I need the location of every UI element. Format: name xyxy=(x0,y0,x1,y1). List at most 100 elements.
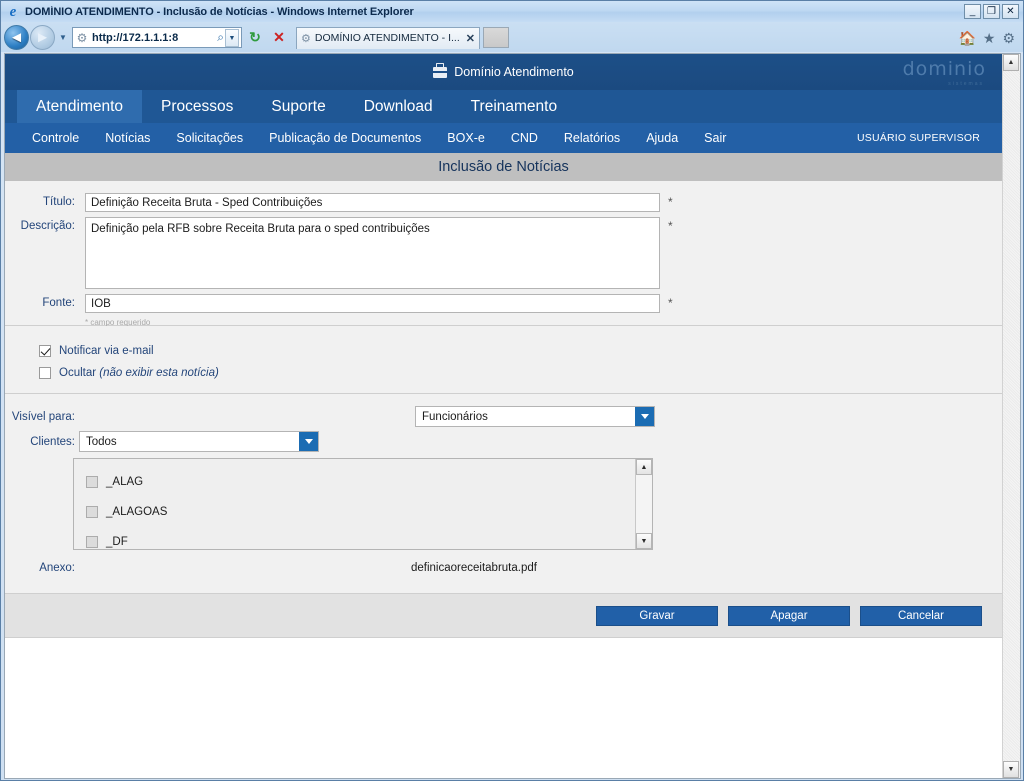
titulo-label: Título: xyxy=(43,196,75,208)
checkbox-row-notificar[interactable]: Notificar via e-mail xyxy=(39,340,1002,362)
list-item[interactable]: _ALAG xyxy=(86,467,635,497)
nav-item-download[interactable]: Download xyxy=(345,90,452,123)
clientes-value: Todos xyxy=(86,435,117,448)
ocultar-checkbox[interactable] xyxy=(39,367,51,379)
descricao-textarea[interactable]: Definição pela RFB sobre Receita Bruta p… xyxy=(85,217,660,289)
tab-close-icon[interactable]: ✕ xyxy=(466,32,475,45)
notificar-label: Notificar via e-mail xyxy=(59,345,154,357)
chevron-down-icon[interactable] xyxy=(299,432,318,451)
visivel-para-label: Visível para: xyxy=(11,410,75,423)
subnav-item-sair[interactable]: Sair xyxy=(691,131,739,145)
minimize-button[interactable]: _ xyxy=(964,4,981,19)
subnav-item-ajuda[interactable]: Ajuda xyxy=(633,131,691,145)
visivel-para-select[interactable]: Funcionários xyxy=(415,406,655,427)
app-header: Domínio Atendimento dominio sistemas xyxy=(5,54,1002,90)
ocultar-label-text: Ocultar xyxy=(59,367,100,379)
tab-label: DOMÍNIO ATENDIMENTO - I... xyxy=(314,32,460,44)
client-label: _ALAG xyxy=(106,476,144,488)
subnav-item-solicitacoes[interactable]: Solicitações xyxy=(163,131,256,145)
titulo-input[interactable] xyxy=(85,193,660,212)
descricao-required-marker: * xyxy=(668,219,673,233)
new-tab-button[interactable] xyxy=(482,27,509,48)
browser-command-icons: 🏠 ★ ⚙ xyxy=(958,31,1019,45)
browser-toolbar: ◄ ► ▼ ⚙ http://172.1.1.1:8 ⌕ ▼ ↻ ✕ ⚙ DOM… xyxy=(1,22,1023,52)
page-viewport: Domínio Atendimento dominio sistemas Ate… xyxy=(4,53,1021,779)
browser-tab[interactable]: ⚙ DOMÍNIO ATENDIMENTO - I... ✕ xyxy=(296,26,480,49)
page-gear-icon: ⚙ xyxy=(76,30,88,45)
clientes-select[interactable]: Todos xyxy=(79,431,319,452)
stop-icon[interactable]: ✕ xyxy=(268,27,290,49)
list-item[interactable]: _ALAGOAS xyxy=(86,497,635,527)
page-scroll-down-button[interactable]: ▼ xyxy=(1003,761,1019,778)
fonte-label: Fonte: xyxy=(42,297,75,309)
page-scrollbar[interactable]: ▲ ▼ xyxy=(1002,54,1020,778)
client-checkbox[interactable] xyxy=(86,476,98,488)
page-title: Inclusão de Notícias xyxy=(438,159,569,175)
field-row-visivel-para: Visível para: Funcionários xyxy=(5,406,1002,427)
refresh-icon[interactable]: ↻ xyxy=(244,27,266,49)
client-label: _DF xyxy=(106,536,128,548)
anexo-file-link[interactable]: definicaoreceitabruta.pdf xyxy=(411,562,537,574)
form-section-details: Título: * Descrição: Definição pela RFB … xyxy=(5,181,1002,327)
gravar-button[interactable]: Gravar xyxy=(596,605,718,626)
search-icon[interactable]: ⌕ xyxy=(217,30,224,45)
address-dropdown-icon[interactable]: ▼ xyxy=(225,28,239,47)
favorites-icon[interactable]: ★ xyxy=(983,31,996,45)
clientes-list-scrollbar[interactable]: ▲ ▼ xyxy=(635,459,652,549)
nav-item-suporte[interactable]: Suporte xyxy=(252,90,344,123)
client-checkbox[interactable] xyxy=(86,506,98,518)
page-scroll-up-button[interactable]: ▲ xyxy=(1003,54,1019,71)
form-action-bar: Gravar Apagar Cancelar xyxy=(5,594,1002,638)
field-row-fonte: Fonte: * xyxy=(5,294,1002,313)
anexo-label: Anexo: xyxy=(39,562,75,574)
fonte-input[interactable] xyxy=(85,294,660,313)
form-section-visibility: Visível para: Funcionários Clientes: Tod… xyxy=(5,394,1002,594)
page-blank-area xyxy=(5,638,1002,698)
fonte-required-marker: * xyxy=(668,296,673,310)
nav-item-atendimento[interactable]: Atendimento xyxy=(17,90,143,123)
notificar-checkbox[interactable] xyxy=(39,345,51,357)
scroll-down-button[interactable]: ▼ xyxy=(636,533,652,549)
client-checkbox[interactable] xyxy=(86,536,98,548)
ocultar-label: Ocultar (não exibir esta notícia) xyxy=(59,367,219,379)
nav-item-processos[interactable]: Processos xyxy=(142,90,252,123)
subnav-item-publicacao-de-documentos[interactable]: Publicação de Documentos xyxy=(256,131,434,145)
close-button[interactable]: ✕ xyxy=(1002,4,1019,19)
subnav-item-controle[interactable]: Controle xyxy=(19,131,92,145)
subnav-item-cnd[interactable]: CND xyxy=(498,131,551,145)
descricao-label: Descrição: xyxy=(20,220,75,232)
field-row-descricao: Descrição: Definição pela RFB sobre Rece… xyxy=(5,217,1002,289)
window-controls: _ ❐ ✕ xyxy=(964,4,1019,19)
scroll-up-button[interactable]: ▲ xyxy=(636,459,652,475)
primary-navigation: Atendimento Processos Suporte Download T… xyxy=(5,90,1002,123)
cancelar-button[interactable]: Cancelar xyxy=(860,605,982,626)
checkbox-row-ocultar[interactable]: Ocultar (não exibir esta notícia) xyxy=(39,362,1002,384)
scroll-track[interactable] xyxy=(636,475,652,533)
recent-pages-dropdown-icon[interactable]: ▼ xyxy=(56,33,70,42)
chevron-down-icon[interactable] xyxy=(635,407,654,426)
browser-window: e DOMÍNIO ATENDIMENTO - Inclusão de Notí… xyxy=(0,0,1024,781)
page-title-band: Inclusão de Notícias xyxy=(5,153,1002,181)
field-row-titulo: Título: * xyxy=(5,193,1002,212)
secondary-navigation: Controle Notícias Solicitações Publicaçã… xyxy=(5,123,1002,153)
list-item[interactable]: _DF xyxy=(86,527,635,557)
clientes-listbox[interactable]: _ALAG _ALAGOAS _DF ▲ ▼ xyxy=(73,458,653,550)
brand-logo: dominio sistemas xyxy=(903,60,986,88)
back-button[interactable]: ◄ xyxy=(4,25,29,50)
subnav-item-relatorios[interactable]: Relatórios xyxy=(551,131,633,145)
subnav-item-noticias[interactable]: Notícias xyxy=(92,131,163,145)
page-scroll-track[interactable] xyxy=(1003,71,1020,761)
subnav-item-box-e[interactable]: BOX-e xyxy=(434,131,498,145)
ocultar-hint-text: (não exibir esta notícia) xyxy=(99,367,219,379)
apagar-button[interactable]: Apagar xyxy=(728,605,850,626)
window-title: DOMÍNIO ATENDIMENTO - Inclusão de Notíci… xyxy=(25,5,414,18)
maximize-button[interactable]: ❐ xyxy=(983,4,1000,19)
field-row-anexo: Anexo: definicaoreceitabruta.pdf xyxy=(5,562,1002,574)
home-icon[interactable]: 🏠 xyxy=(958,31,975,45)
nav-item-treinamento[interactable]: Treinamento xyxy=(452,90,576,123)
tools-icon[interactable]: ⚙ xyxy=(1002,31,1015,45)
titulo-required-marker: * xyxy=(668,195,673,209)
forward-button[interactable]: ► xyxy=(30,25,55,50)
address-bar[interactable]: ⚙ http://172.1.1.1:8 ⌕ ▼ xyxy=(72,27,242,48)
clientes-label: Clientes: xyxy=(30,435,75,448)
